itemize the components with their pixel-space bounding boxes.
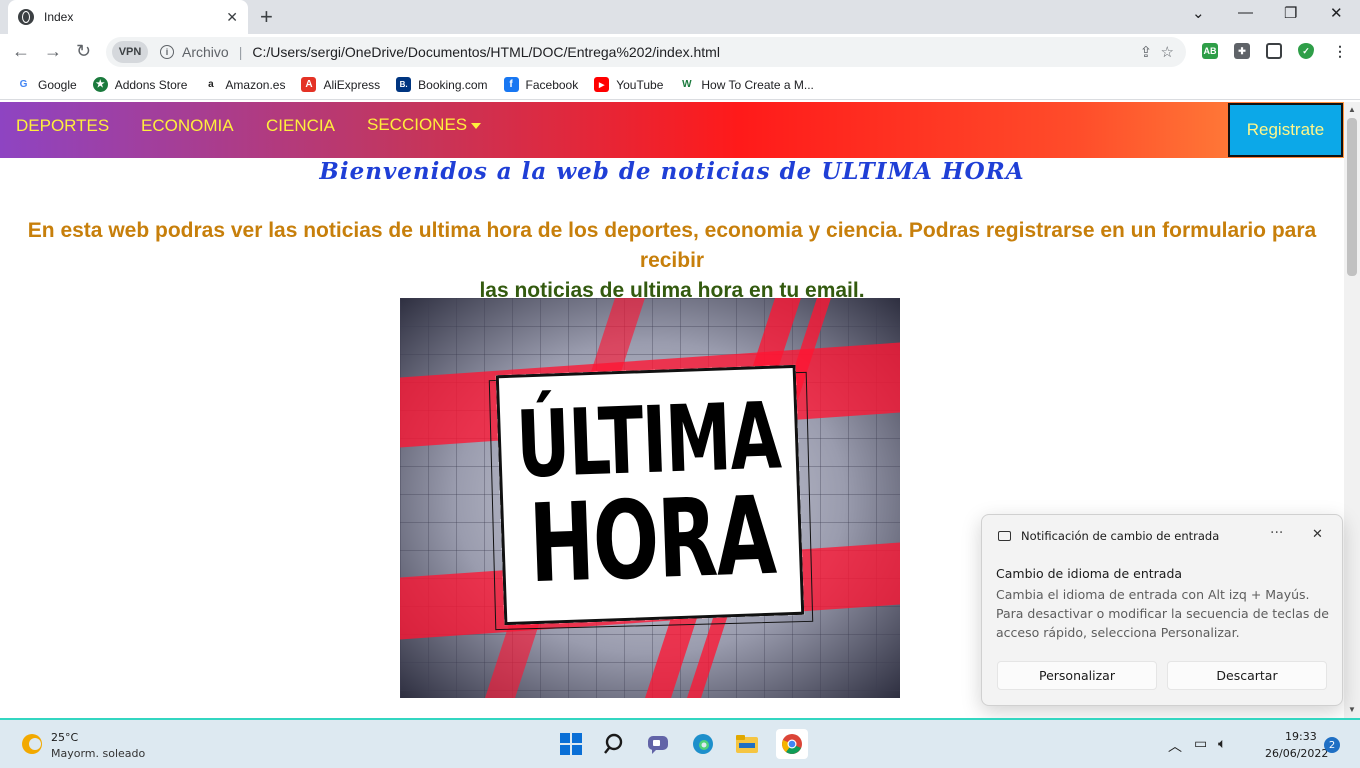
- tab-search-icon[interactable]: ⌄: [1192, 4, 1205, 22]
- scroll-down-icon[interactable]: ▼: [1348, 705, 1356, 714]
- facebook-icon: f: [503, 77, 519, 92]
- bookmark-label: Amazon.es: [225, 77, 286, 92]
- card-line-2: HORA: [526, 473, 777, 608]
- site-navbar: DEPORTES ECONOMIA CIENCIA SECCIONES Regi…: [0, 102, 1344, 158]
- addons-store-icon: ★: [92, 77, 108, 92]
- ultima-hora-card: ÚLTIMA HORA: [495, 364, 805, 626]
- nav-ciencia[interactable]: CIENCIA: [266, 116, 335, 136]
- nav-secciones-dropdown[interactable]: SECCIONES: [367, 115, 482, 135]
- weather-sun-icon[interactable]: [22, 734, 42, 754]
- puzzle-extensions-icon[interactable]: ✚: [1234, 43, 1250, 59]
- volume-icon[interactable]: 🔈︎: [1218, 736, 1226, 752]
- tab-title: Index: [44, 10, 74, 24]
- ultima-hora-image: ÚLTIMA HORA: [400, 298, 900, 698]
- info-icon[interactable]: i: [160, 45, 174, 59]
- address-bar[interactable]: VPN i Archivo | C:/Users/sergi/OneDrive/…: [106, 37, 1186, 67]
- clock-time[interactable]: 19:33: [1285, 730, 1317, 743]
- page-scrollbar[interactable]: ▲ ▼: [1344, 102, 1360, 718]
- minimize-icon[interactable]: —: [1238, 4, 1253, 21]
- scheme-label: Archivo: [182, 44, 229, 60]
- chat-icon[interactable]: [645, 731, 671, 757]
- bookmark-google[interactable]: G Google: [16, 77, 77, 92]
- caret-down-icon: [471, 122, 482, 129]
- tray-chevron-up-icon[interactable]: ︿: [1168, 736, 1182, 756]
- bookmark-facebook[interactable]: f Facebook: [503, 77, 579, 92]
- bookmark-addons-store[interactable]: ★ Addons Store: [92, 77, 188, 92]
- bookmark-label: Facebook: [525, 77, 579, 92]
- toast-body: Cambia el idioma de entrada con Alt izq …: [996, 587, 1329, 640]
- new-tab-button[interactable]: +: [260, 4, 273, 30]
- vpn-badge[interactable]: VPN: [112, 41, 148, 63]
- register-button[interactable]: Registrate: [1228, 103, 1343, 157]
- nav-economia[interactable]: ECONOMIA: [141, 116, 234, 136]
- network-icon[interactable]: ▭: [1194, 736, 1207, 752]
- aliexpress-icon: A: [301, 77, 317, 92]
- youtube-icon: ▶: [594, 77, 610, 92]
- bookmarks-bar: G Google ★ Addons Store a Amazon.es A Al…: [0, 70, 1360, 100]
- window-close-icon[interactable]: ✕: [1330, 4, 1343, 22]
- edge-icon[interactable]: [690, 731, 716, 757]
- forward-icon[interactable]: →: [44, 41, 62, 62]
- booking-icon: B.: [396, 77, 412, 92]
- scroll-thumb[interactable]: [1347, 118, 1357, 276]
- google-icon: G: [16, 77, 31, 92]
- share-star-icons[interactable]: ⇪ ☆: [1140, 43, 1174, 61]
- w3schools-icon: W: [679, 77, 695, 92]
- reload-icon[interactable]: ↻: [76, 41, 91, 62]
- bookmark-label: Google: [38, 77, 77, 92]
- back-icon[interactable]: ←: [12, 41, 30, 62]
- dismiss-button[interactable]: Descartar: [1167, 661, 1327, 690]
- bookmark-label: Booking.com: [418, 77, 488, 92]
- bookmark-label: How To Create a M...: [701, 77, 814, 92]
- welcome-heading: Bienvenidos a la web de noticias de ULTI…: [319, 158, 1025, 185]
- adblock-extension-icon[interactable]: AB: [1202, 43, 1218, 59]
- bookmark-how-to-create[interactable]: W How To Create a M...: [679, 77, 814, 92]
- secciones-label: SECCIONES: [367, 115, 468, 134]
- windows-start-icon[interactable]: [558, 731, 584, 757]
- input-change-notification: Notificación de cambio de entrada ··· ✕ …: [981, 514, 1343, 706]
- toast-header-text: Notificación de cambio de entrada: [1021, 529, 1220, 543]
- search-icon[interactable]: [602, 731, 628, 757]
- bookmark-youtube[interactable]: ▶ YouTube: [594, 77, 663, 92]
- globe-icon: [18, 9, 34, 25]
- browser-toolbar: ← → ↻ VPN i Archivo | C:/Users/sergi/One…: [0, 34, 1360, 70]
- chrome-icon[interactable]: [776, 729, 808, 759]
- amazon-icon: a: [203, 77, 219, 92]
- toast-header: Notificación de cambio de entrada: [998, 529, 1219, 543]
- bookmark-label: Addons Store: [114, 77, 188, 92]
- bookmark-aliexpress[interactable]: A AliExpress: [301, 77, 380, 92]
- notification-badge[interactable]: 2: [1324, 737, 1340, 753]
- bookmark-label: AliExpress: [323, 77, 381, 92]
- weather-temperature[interactable]: 25°C: [51, 731, 78, 744]
- bookmark-amazon[interactable]: a Amazon.es: [203, 77, 285, 92]
- intro-line-1: En esta web podras ver las noticias de u…: [27, 219, 1317, 272]
- bookmark-booking[interactable]: B. Booking.com: [396, 77, 488, 92]
- restore-icon[interactable]: ❐: [1284, 4, 1297, 22]
- clock-date[interactable]: 26/06/2022: [1265, 747, 1328, 760]
- bookmark-label: YouTube: [616, 77, 664, 92]
- url-separator: |: [238, 44, 243, 60]
- toast-title: Cambio de idioma de entrada: [996, 566, 1183, 581]
- intro-paragraph: En esta web podras ver las noticias de u…: [0, 216, 1344, 306]
- keyboard-icon: [998, 531, 1011, 541]
- menu-kebab-icon[interactable]: ⋮: [1332, 43, 1348, 59]
- weather-condition[interactable]: Mayorm. soleado: [51, 747, 145, 760]
- customize-button[interactable]: Personalizar: [997, 661, 1157, 690]
- nav-deportes[interactable]: DEPORTES: [16, 116, 109, 136]
- taskbar: 25°C Mayorm. soleado ︿ ▭ 🔈︎ 19:33 26/06/…: [0, 718, 1360, 768]
- close-tab-icon[interactable]: ✕: [226, 9, 238, 26]
- tab-index[interactable]: Index ✕: [8, 0, 248, 34]
- tab-strip: Index ✕ + ⌄ — ❐ ✕: [0, 0, 1360, 34]
- scroll-up-icon[interactable]: ▲: [1348, 105, 1356, 114]
- more-options-icon[interactable]: ···: [1270, 525, 1283, 541]
- side-panel-icon[interactable]: [1266, 43, 1282, 59]
- url-text[interactable]: C:/Users/sergi/OneDrive/Documentos/HTML/…: [252, 44, 720, 60]
- file-explorer-icon[interactable]: [734, 731, 760, 757]
- close-icon[interactable]: ✕: [1312, 527, 1323, 542]
